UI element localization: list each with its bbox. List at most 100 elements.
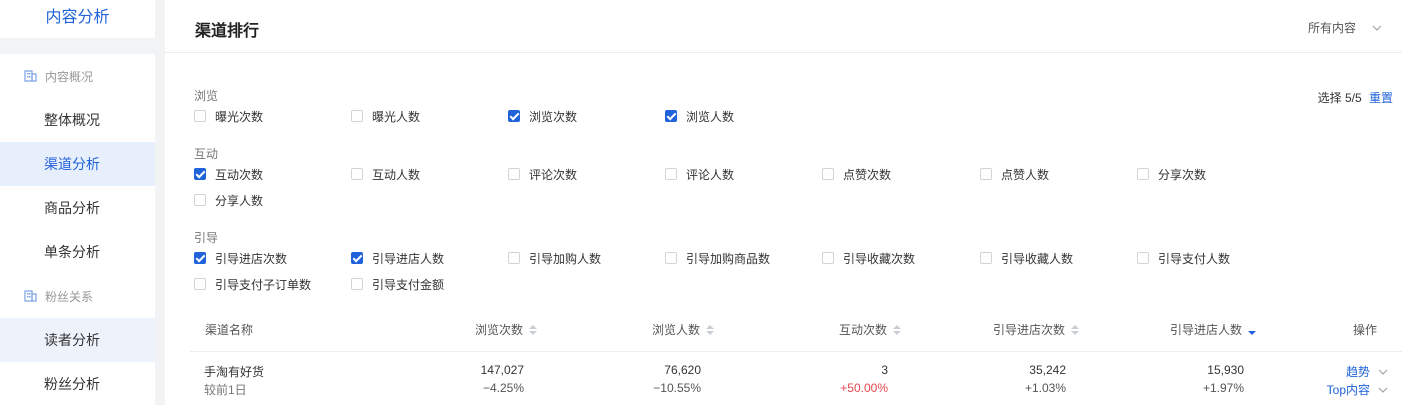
sidebar-group-label: 粉丝关系	[45, 289, 94, 304]
checkbox-label: 点赞人数	[1001, 167, 1050, 182]
checkbox-label: 评论人数	[686, 167, 735, 182]
filter-group-label: 浏览	[194, 89, 219, 103]
sort-icon[interactable]	[706, 324, 715, 335]
sort-icon[interactable]	[1071, 324, 1080, 335]
checkbox-option[interactable]: 互动人数	[351, 166, 420, 182]
page-title: 渠道排行	[195, 23, 260, 40]
views-value: 147,027	[480, 363, 524, 377]
store-visits-change: +1.03%	[1024, 381, 1066, 395]
checkbox-option[interactable]: 点赞人数	[980, 166, 1049, 182]
checkbox-checked[interactable]	[194, 168, 206, 180]
checkbox-label: 引导支付金额	[372, 277, 445, 292]
column-header-interactions[interactable]: 互动次数	[839, 321, 902, 338]
checkbox[interactable]	[665, 252, 677, 264]
checkbox-checked[interactable]	[351, 252, 363, 264]
checkbox[interactable]	[1137, 168, 1149, 180]
checkbox[interactable]	[1137, 252, 1149, 264]
checkbox[interactable]	[665, 168, 677, 180]
selection-count: 选择 5/5	[1317, 91, 1362, 105]
store-visitors-value: 15,930	[1207, 363, 1244, 377]
trend-link[interactable]: 趋势	[1346, 363, 1388, 380]
checkbox[interactable]	[351, 278, 363, 290]
checkbox-label: 曝光人数	[372, 109, 421, 124]
chevron-down-icon	[1378, 387, 1388, 393]
checkbox-option[interactable]: 曝光人数	[351, 108, 420, 124]
viewers-value: 76,620	[664, 363, 701, 377]
panel-header: 渠道排行 所有内容	[165, 0, 1402, 53]
checkbox-option[interactable]: 评论人数	[665, 166, 734, 182]
viewers-change: −10.55%	[653, 381, 701, 395]
checkbox-option[interactable]: 曝光次数	[194, 108, 263, 124]
checkbox-label: 引导加购商品数	[686, 251, 771, 266]
sidebar-item-single-analysis[interactable]: 单条分析	[0, 230, 155, 274]
checkbox-option[interactable]: 分享次数	[1137, 166, 1206, 182]
sidebar-divider	[0, 38, 155, 54]
sidebar-group-fans: 粉丝关系	[0, 274, 155, 318]
main-panel: 渠道排行 所有内容 选择 5/5 重置 浏览 曝光次数 曝光人数 浏览次数 浏览…	[165, 0, 1402, 405]
checkbox-label: 浏览次数	[529, 109, 578, 124]
checkbox-label: 引导支付子订单数	[215, 277, 312, 292]
checkbox-label: 评论次数	[529, 167, 578, 182]
checkbox-option[interactable]: 浏览次数	[508, 108, 577, 124]
top-content-link[interactable]: Top内容	[1327, 381, 1388, 398]
checkbox[interactable]	[980, 168, 992, 180]
selection-summary: 选择 5/5 重置	[1318, 89, 1393, 106]
filter-group-label: 引导	[194, 231, 219, 245]
sidebar-group-label: 内容概况	[45, 69, 94, 84]
reset-link[interactable]: 重置	[1369, 91, 1393, 105]
checkbox[interactable]	[508, 252, 520, 264]
checkbox-option[interactable]: 分享人数	[194, 192, 263, 208]
column-header-store-visits[interactable]: 引导进店次数	[993, 321, 1080, 338]
sort-icon[interactable]	[529, 324, 538, 335]
sidebar-item-fan-analysis[interactable]: 粉丝分析	[0, 362, 155, 405]
checkbox[interactable]	[194, 278, 206, 290]
checkbox-label: 引导支付人数	[1158, 251, 1231, 266]
checkbox[interactable]	[822, 168, 834, 180]
sidebar-item-overall[interactable]: 整体概况	[0, 98, 155, 142]
checkbox-label: 浏览人数	[686, 109, 735, 124]
checkbox-option[interactable]: 点赞次数	[822, 166, 891, 182]
checkbox-option[interactable]: 引导支付金额	[351, 276, 444, 292]
sidebar-item-product-analysis[interactable]: 商品分析	[0, 186, 155, 230]
checkbox-label: 分享人数	[215, 193, 264, 208]
sidebar: 内容分析 内容概况 整体概况 渠道分析 商品分析 单条分析 粉丝关系 读者分析 …	[0, 0, 155, 405]
checkbox[interactable]	[822, 252, 834, 264]
checkbox-label: 引导加购人数	[529, 251, 602, 266]
checkbox-option[interactable]: 引导进店人数	[351, 250, 444, 266]
column-header-views[interactable]: 浏览次数	[475, 321, 538, 338]
checkbox[interactable]	[351, 110, 363, 122]
checkbox[interactable]	[980, 252, 992, 264]
column-header-viewers[interactable]: 浏览人数	[652, 321, 715, 338]
checkbox[interactable]	[508, 168, 520, 180]
checkbox-option[interactable]: 浏览人数	[665, 108, 734, 124]
checkbox[interactable]	[194, 194, 206, 206]
checkbox-option[interactable]: 引导支付人数	[1137, 250, 1230, 266]
sort-desc-icon[interactable]	[1248, 325, 1257, 335]
sidebar-item-channel-analysis[interactable]: 渠道分析	[0, 142, 155, 186]
checkbox-label: 引导收藏人数	[1001, 251, 1074, 266]
checkbox-option[interactable]: 引导加购人数	[508, 250, 601, 266]
checkbox-option[interactable]: 引导收藏人数	[980, 250, 1073, 266]
store-visits-value: 35,242	[1029, 363, 1066, 377]
checkbox-option[interactable]: 引导收藏次数	[822, 250, 915, 266]
checkbox[interactable]	[351, 168, 363, 180]
column-header-actions: 操作	[1353, 323, 1378, 337]
checkbox-label: 曝光次数	[215, 109, 264, 124]
filter-group-label: 互动	[194, 147, 219, 161]
checkbox-option[interactable]: 评论次数	[508, 166, 577, 182]
checkbox-checked[interactable]	[508, 110, 520, 122]
checkbox-option[interactable]: 引导支付子订单数	[194, 276, 311, 292]
table-header: 渠道名称 浏览次数 浏览人数 互动次数 引导进店次数 引导进店人数 操作	[190, 310, 1402, 352]
checkbox-checked[interactable]	[665, 110, 677, 122]
checkbox-option[interactable]: 互动次数	[194, 166, 263, 182]
checkbox-checked[interactable]	[194, 252, 206, 264]
scope-select[interactable]: 所有内容	[1308, 19, 1382, 36]
checkbox-option[interactable]: 引导加购商品数	[665, 250, 770, 266]
checkbox[interactable]	[194, 110, 206, 122]
views-change: −4.25%	[482, 381, 524, 395]
column-header-store-visitors[interactable]: 引导进店人数	[1170, 321, 1257, 338]
sidebar-item-reader-analysis[interactable]: 读者分析	[0, 318, 155, 362]
sort-icon[interactable]	[893, 324, 902, 335]
building-icon	[24, 290, 37, 302]
checkbox-option[interactable]: 引导进店次数	[194, 250, 287, 266]
